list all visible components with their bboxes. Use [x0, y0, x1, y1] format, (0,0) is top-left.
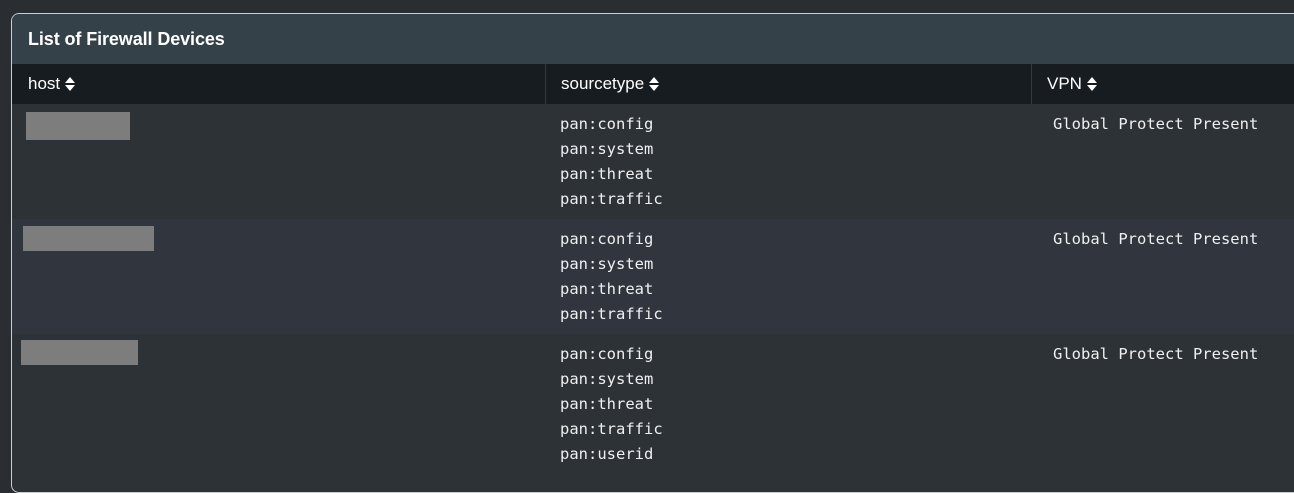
firewall-devices-table: host sourcetype VPN pan:config pan:syste… — [12, 64, 1294, 484]
sort-icon[interactable] — [65, 77, 76, 91]
vpn-cell: Global Protect Present — [1031, 104, 1294, 219]
vpn-cell: Global Protect Present — [1031, 219, 1294, 334]
panel-header: List of Firewall Devices — [12, 14, 1294, 64]
table-row[interactable]: pan:config pan:system pan:threat pan:tra… — [12, 219, 1294, 334]
sourcetype-value: pan:threat — [560, 280, 654, 298]
sourcetype-value: pan:threat — [560, 165, 654, 183]
table-row[interactable]: pan:config pan:system pan:threat pan:tra… — [12, 334, 1294, 484]
sourcetype-value: pan:traffic — [560, 305, 663, 323]
sort-icon[interactable] — [649, 77, 660, 91]
column-label-vpn: VPN — [1047, 74, 1082, 93]
sourcetype-cell: pan:config pan:system pan:threat pan:tra… — [545, 219, 1031, 334]
column-header-host[interactable]: host — [12, 64, 545, 104]
vpn-value: Global Protect Present — [1053, 115, 1259, 133]
panel-title: List of Firewall Devices — [28, 28, 225, 49]
sourcetype-value: pan:system — [560, 140, 654, 158]
sourcetype-value: pan:config — [560, 345, 654, 363]
firewall-devices-panel: List of Firewall Devices host sourcetype… — [11, 13, 1294, 493]
sourcetype-value: pan:traffic — [560, 190, 663, 208]
column-label-sourcetype: sourcetype — [561, 74, 645, 93]
sourcetype-cell: pan:config pan:system pan:threat pan:tra… — [545, 334, 1031, 484]
table-row[interactable]: pan:config pan:system pan:threat pan:tra… — [12, 104, 1294, 219]
sourcetype-value: pan:config — [560, 230, 654, 248]
host-cell — [12, 219, 545, 334]
table-header: host sourcetype VPN — [12, 64, 1294, 104]
redacted-host-block — [26, 112, 130, 140]
sourcetype-value: pan:userid — [560, 445, 654, 463]
redacted-host-block — [23, 226, 154, 251]
host-cell — [12, 334, 545, 484]
sourcetype-value: pan:threat — [560, 395, 654, 413]
sourcetype-value: pan:config — [560, 115, 654, 133]
vpn-value: Global Protect Present — [1053, 230, 1259, 248]
vpn-value: Global Protect Present — [1053, 345, 1259, 363]
redacted-host-block — [21, 340, 138, 365]
sourcetype-value: pan:system — [560, 370, 654, 388]
vpn-cell: Global Protect Present — [1031, 334, 1294, 484]
column-header-vpn[interactable]: VPN — [1031, 64, 1294, 104]
sort-icon[interactable] — [1086, 77, 1097, 91]
sourcetype-cell: pan:config pan:system pan:threat pan:tra… — [545, 104, 1031, 219]
sourcetype-value: pan:traffic — [560, 420, 663, 438]
sourcetype-value: pan:system — [560, 255, 654, 273]
host-cell — [12, 104, 545, 219]
column-label-host: host — [28, 74, 61, 93]
column-header-sourcetype[interactable]: sourcetype — [545, 64, 1031, 104]
